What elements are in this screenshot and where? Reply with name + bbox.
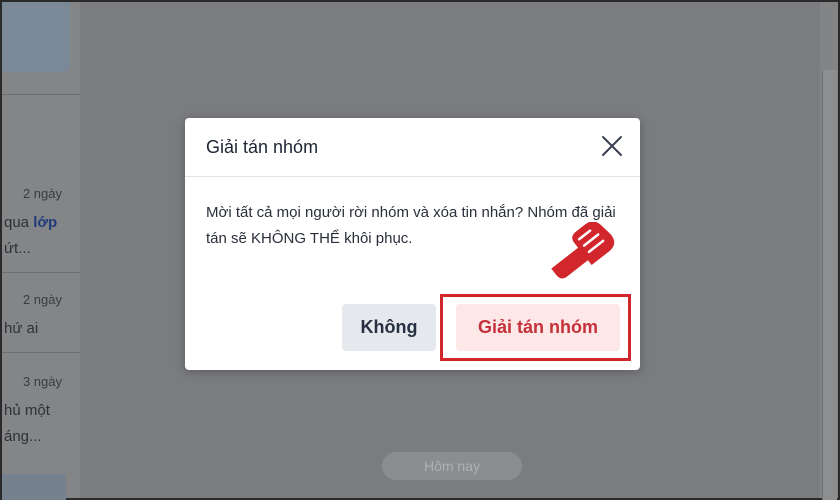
conversation-preview: hủ một	[4, 402, 50, 419]
date-separator: Hôm nay	[382, 452, 522, 480]
conversation-preview-cont: áng...	[4, 428, 42, 445]
chat-scrollbar[interactable]	[820, 2, 838, 500]
close-button[interactable]	[600, 134, 624, 158]
sidebar-divider	[2, 272, 80, 273]
highlight-box	[440, 294, 631, 361]
sidebar-divider	[2, 94, 80, 95]
dialog-title: Giải tán nhóm	[206, 137, 319, 157]
conversation-preview: hứ ai	[4, 320, 39, 337]
scrollbar-thumb[interactable]	[822, 70, 837, 500]
sidebar-bottom-item	[2, 474, 66, 500]
cancel-button[interactable]: Không	[342, 304, 436, 351]
conversation-time: 2 ngày	[22, 186, 62, 201]
dialog-header: Giải tán nhóm	[185, 118, 640, 177]
conversation-time: 2 ngày	[22, 292, 62, 307]
sidebar-banner	[2, 2, 70, 72]
pointing-hand-icon	[551, 222, 615, 279]
sidebar-divider	[2, 352, 80, 353]
close-icon	[602, 136, 622, 156]
conversation-preview-cont: ứt...	[4, 240, 31, 257]
preview-link: lớp	[33, 214, 58, 231]
conversation-preview: qua lớp	[4, 214, 58, 231]
conversation-sidebar: 2 ngày qua lớp ứt... 2 ngày hứ ai 3 ngày…	[2, 2, 80, 500]
conversation-time: 3 ngày	[22, 374, 62, 389]
